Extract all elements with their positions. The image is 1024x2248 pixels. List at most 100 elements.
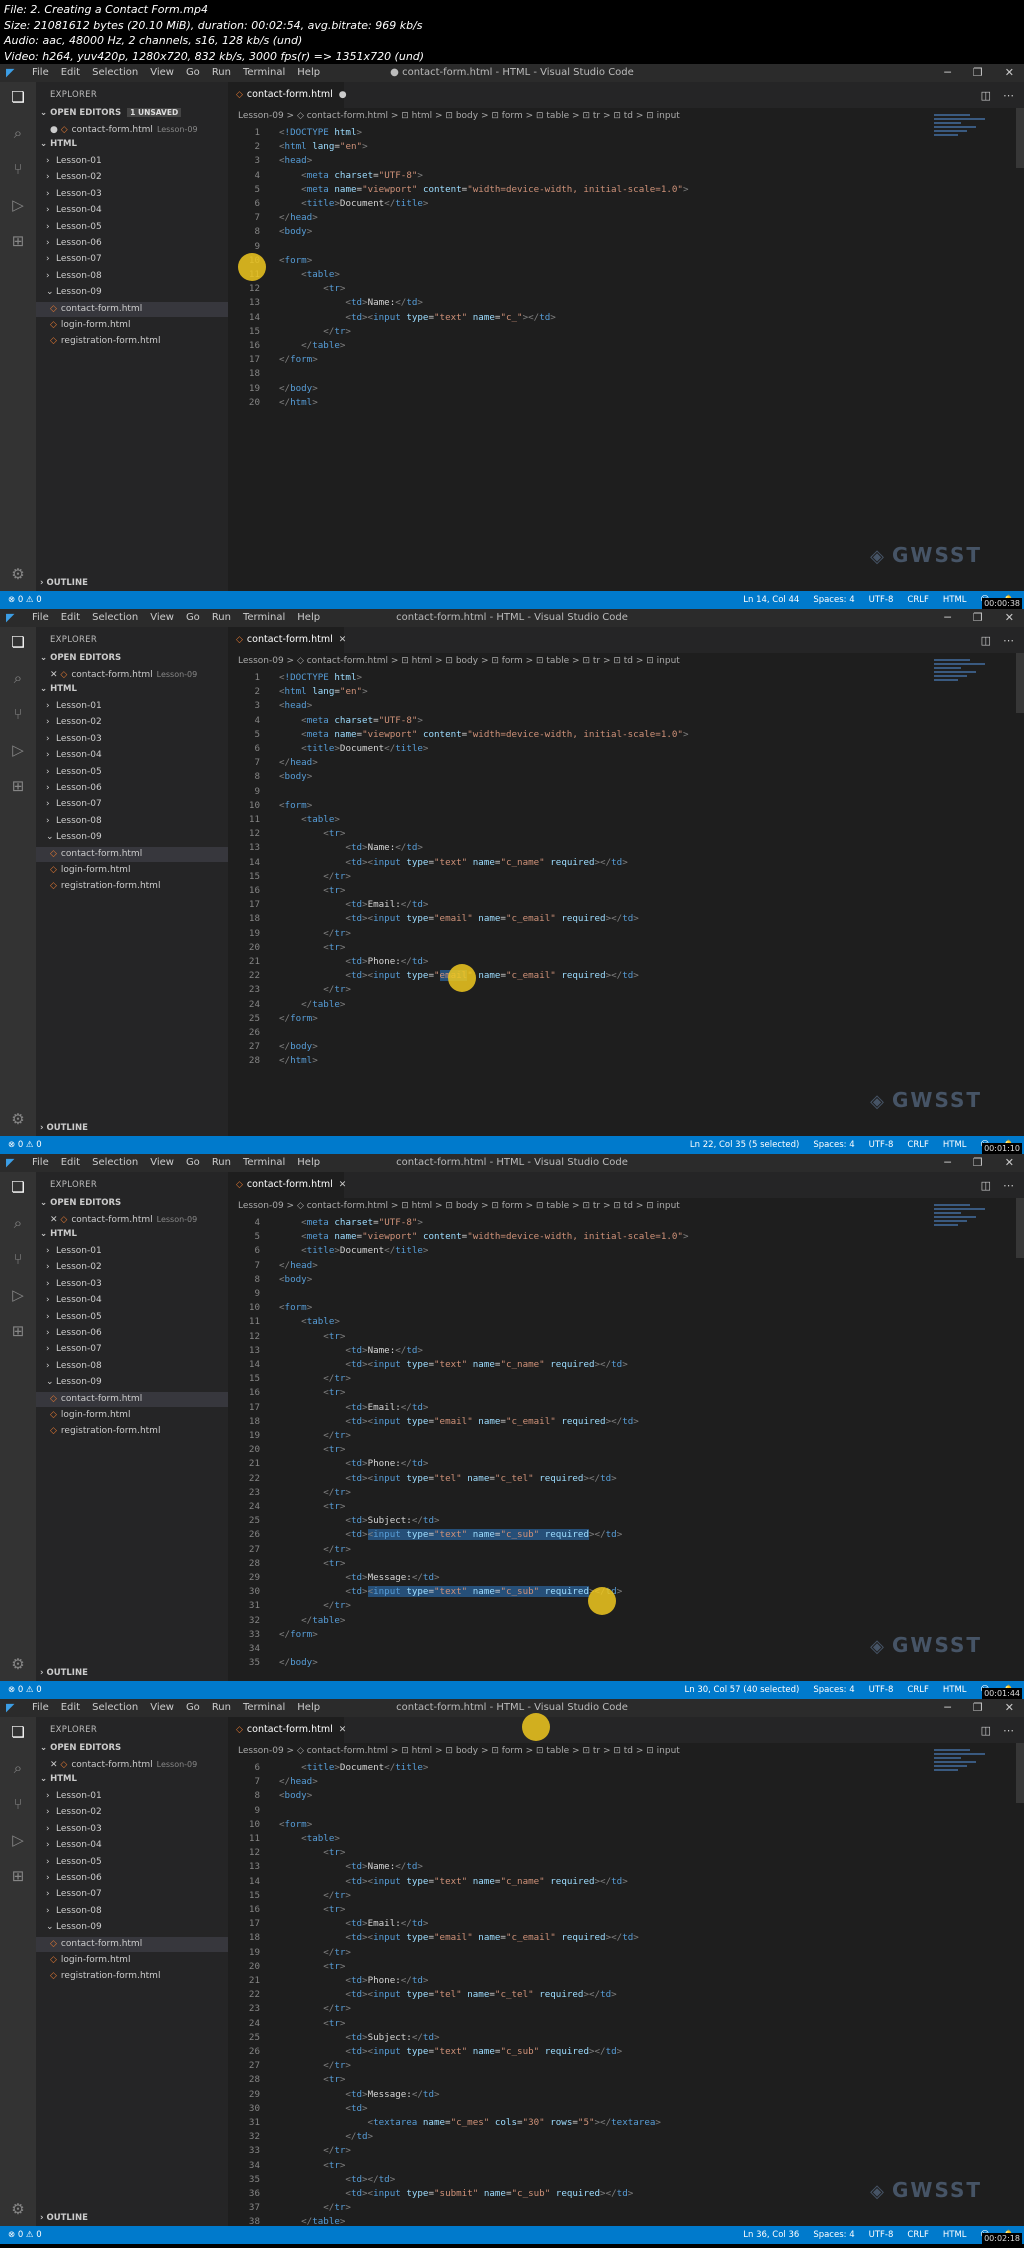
folder-lesson-09[interactable]: ⌄ Lesson-09 xyxy=(36,1375,228,1390)
breadcrumb[interactable]: Lesson-09 > ◇ contact-form.html > ⊡ html… xyxy=(238,1746,680,1756)
folder-lesson-07[interactable]: › Lesson-07 xyxy=(36,1887,228,1902)
status-item[interactable]: HTML xyxy=(943,2226,967,2244)
folder-lesson-08[interactable]: › Lesson-08 xyxy=(36,269,228,284)
extensions-icon[interactable]: ⊞ xyxy=(9,777,27,795)
folder-lesson-09[interactable]: ⌄ Lesson-09 xyxy=(36,1920,228,1935)
folder-lesson-03[interactable]: › Lesson-03 xyxy=(36,1277,228,1292)
split-editor-icon[interactable]: ◫ xyxy=(981,1179,991,1192)
explorer-icon[interactable]: ❏ xyxy=(9,88,27,106)
outline-section[interactable]: › OUTLINE xyxy=(40,1123,88,1133)
file-item[interactable]: ◇ registration-form.html xyxy=(36,1969,228,1984)
status-item[interactable]: UTF-8 xyxy=(869,2226,894,2244)
folder-lesson-01[interactable]: › Lesson-01 xyxy=(36,1244,228,1259)
run-debug-icon[interactable]: ▷ xyxy=(9,741,27,759)
folder-lesson-04[interactable]: › Lesson-04 xyxy=(36,1293,228,1308)
restore-icon[interactable]: ❐ xyxy=(973,66,983,79)
folder-lesson-07[interactable]: › Lesson-07 xyxy=(36,1342,228,1357)
folder-lesson-03[interactable]: › Lesson-03 xyxy=(36,1822,228,1837)
problems-status[interactable]: ⊗ 0 ⚠ 0 xyxy=(8,2226,42,2244)
folder-lesson-01[interactable]: › Lesson-01 xyxy=(36,154,228,169)
folder-lesson-06[interactable]: › Lesson-06 xyxy=(36,236,228,251)
settings-gear-icon[interactable]: ⚙ xyxy=(9,2200,27,2218)
folder-lesson-03[interactable]: › Lesson-03 xyxy=(36,732,228,747)
status-item[interactable]: CRLF xyxy=(907,2226,928,2244)
search-icon[interactable]: ⌕ xyxy=(9,1759,27,1777)
file-item[interactable]: ◇ login-form.html xyxy=(36,318,228,333)
open-editors-section[interactable]: ⌄ OPEN EDITORS 1 UNSAVED xyxy=(40,108,182,118)
open-editors-section[interactable]: ⌄ OPEN EDITORS xyxy=(40,653,121,663)
extensions-icon[interactable]: ⊞ xyxy=(9,1322,27,1340)
minimize-icon[interactable]: ─ xyxy=(944,1701,951,1714)
split-editor-icon[interactable]: ◫ xyxy=(981,1724,991,1737)
status-item[interactable]: Spaces: 4 xyxy=(813,591,854,609)
code-editor[interactable]: 6 <title>Document</title> 7 </head> 8 <body>… xyxy=(228,1761,1024,2227)
cursor-position[interactable]: Ln 36, Col 36 xyxy=(743,2226,799,2244)
source-control-icon[interactable]: ⑂ xyxy=(9,160,27,178)
open-editor-item[interactable]: ✕ ◇ contact-form.html Lesson-09 xyxy=(36,1212,228,1227)
tab-contact-form[interactable]: ◇ contact-form.html ● xyxy=(228,82,347,108)
code-editor[interactable]: 4 <meta charset="UTF-8"> 5 <meta name="vi… xyxy=(228,1216,1024,1676)
status-item[interactable]: Spaces: 4 xyxy=(813,1681,854,1699)
status-item[interactable]: UTF-8 xyxy=(869,1136,894,1154)
file-item[interactable]: ◇ contact-form.html xyxy=(36,1936,228,1952)
close-icon[interactable]: ✕ xyxy=(1005,66,1014,79)
status-item[interactable]: CRLF xyxy=(907,1681,928,1699)
folder-lesson-01[interactable]: › Lesson-01 xyxy=(36,1789,228,1804)
tab-close-icon[interactable]: ✕ xyxy=(339,635,347,645)
status-item[interactable]: Spaces: 4 xyxy=(813,1136,854,1154)
status-item[interactable]: HTML xyxy=(943,1681,967,1699)
open-editor-item[interactable]: ✕ ◇ contact-form.html Lesson-09 xyxy=(36,667,228,682)
breadcrumb[interactable]: Lesson-09 > ◇ contact-form.html > ⊡ html… xyxy=(238,1201,680,1211)
search-icon[interactable]: ⌕ xyxy=(9,669,27,687)
run-debug-icon[interactable]: ▷ xyxy=(9,1286,27,1304)
folder-section[interactable]: ⌄ HTML xyxy=(40,684,77,694)
open-editor-item[interactable]: ✕ ◇ contact-form.html Lesson-09 xyxy=(36,1757,228,1772)
code-editor[interactable]: 1 <!DOCTYPE html> 2 <html lang="en"> 3 <head>… xyxy=(228,126,1024,586)
tab-contact-form[interactable]: ◇ contact-form.html ✕ xyxy=(228,627,347,653)
folder-section[interactable]: ⌄ HTML xyxy=(40,139,77,149)
folder-lesson-02[interactable]: › Lesson-02 xyxy=(36,1805,228,1820)
close-icon[interactable]: ✕ xyxy=(1005,1156,1014,1169)
status-item[interactable]: HTML xyxy=(943,1136,967,1154)
restore-icon[interactable]: ❐ xyxy=(973,611,983,624)
status-item[interactable]: UTF-8 xyxy=(869,591,894,609)
folder-lesson-02[interactable]: › Lesson-02 xyxy=(36,715,228,730)
folder-lesson-06[interactable]: › Lesson-06 xyxy=(36,1871,228,1886)
problems-status[interactable]: ⊗ 0 ⚠ 0 xyxy=(8,591,42,609)
folder-lesson-02[interactable]: › Lesson-02 xyxy=(36,170,228,185)
folder-lesson-03[interactable]: › Lesson-03 xyxy=(36,187,228,202)
explorer-icon[interactable]: ❏ xyxy=(9,1723,27,1741)
split-editor-icon[interactable]: ◫ xyxy=(981,89,991,102)
folder-lesson-04[interactable]: › Lesson-04 xyxy=(36,748,228,763)
folder-lesson-05[interactable]: › Lesson-05 xyxy=(36,765,228,780)
close-icon[interactable]: ✕ xyxy=(50,1760,58,1770)
folder-lesson-07[interactable]: › Lesson-07 xyxy=(36,797,228,812)
file-item[interactable]: ◇ login-form.html xyxy=(36,1953,228,1968)
source-control-icon[interactable]: ⑂ xyxy=(9,1250,27,1268)
file-item[interactable]: ◇ registration-form.html xyxy=(36,334,228,349)
split-editor-icon[interactable]: ◫ xyxy=(981,634,991,647)
run-debug-icon[interactable]: ▷ xyxy=(9,196,27,214)
run-debug-icon[interactable]: ▷ xyxy=(9,1831,27,1849)
breadcrumb[interactable]: Lesson-09 > ◇ contact-form.html > ⊡ html… xyxy=(238,656,680,666)
restore-icon[interactable]: ❐ xyxy=(973,1156,983,1169)
more-actions-icon[interactable]: ⋯ xyxy=(1003,1179,1014,1192)
restore-icon[interactable]: ❐ xyxy=(973,1701,983,1714)
explorer-icon[interactable]: ❏ xyxy=(9,1178,27,1196)
cursor-position[interactable]: Ln 22, Col 35 (5 selected) xyxy=(690,1136,799,1154)
tab-close-icon[interactable]: ● xyxy=(339,90,347,100)
status-item[interactable]: CRLF xyxy=(907,591,928,609)
cursor-position[interactable]: Ln 14, Col 44 xyxy=(743,591,799,609)
unsaved-dot-icon[interactable]: ● xyxy=(50,125,58,135)
tab-contact-form[interactable]: ◇ contact-form.html ✕ xyxy=(228,1717,347,1743)
explorer-icon[interactable]: ❏ xyxy=(9,633,27,651)
folder-lesson-04[interactable]: › Lesson-04 xyxy=(36,203,228,218)
folder-lesson-05[interactable]: › Lesson-05 xyxy=(36,220,228,235)
folder-section[interactable]: ⌄ HTML xyxy=(40,1774,77,1784)
source-control-icon[interactable]: ⑂ xyxy=(9,1795,27,1813)
minimize-icon[interactable]: ─ xyxy=(944,1156,951,1169)
tab-close-icon[interactable]: ✕ xyxy=(339,1725,347,1735)
problems-status[interactable]: ⊗ 0 ⚠ 0 xyxy=(8,1136,42,1154)
status-item[interactable]: UTF-8 xyxy=(869,1681,894,1699)
more-actions-icon[interactable]: ⋯ xyxy=(1003,89,1014,102)
